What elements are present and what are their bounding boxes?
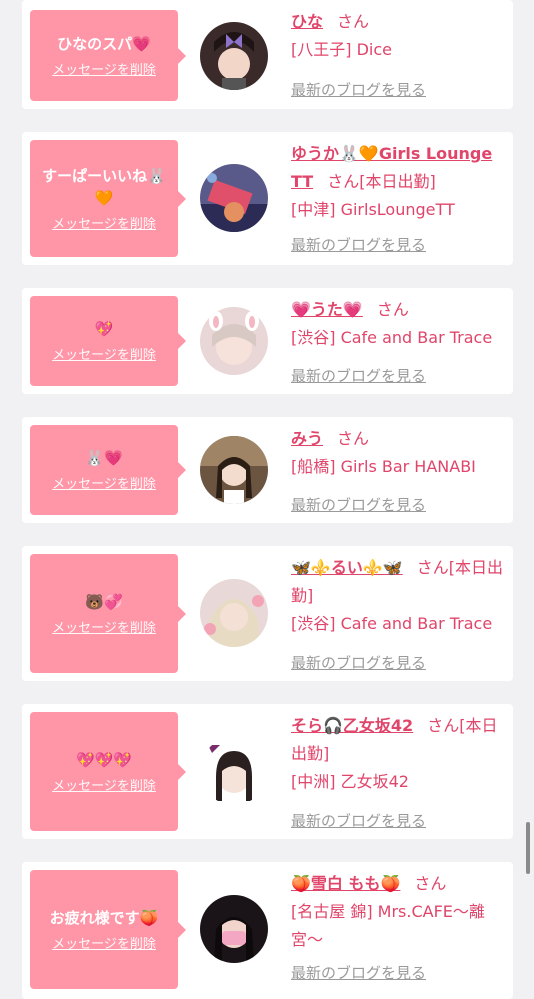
shop-name: [船橋] Girls Bar HANABI: [291, 457, 476, 476]
message-text: 🐻💞: [85, 592, 123, 611]
latest-blog-link[interactable]: 最新のブログを見る: [291, 652, 426, 673]
message-bubble: 🐰💗 メッセージを削除: [30, 425, 186, 515]
name-suffix: さん: [376, 300, 409, 319]
shop-name: [八王子] Dice: [291, 40, 392, 59]
delete-message-link[interactable]: メッセージを削除: [52, 621, 156, 637]
latest-blog-link[interactable]: 最新のブログを見る: [291, 810, 426, 831]
message-text: 💖💖💖: [75, 750, 133, 769]
name-suffix: さん[本日出勤]: [327, 172, 436, 191]
avatar[interactable]: [200, 579, 268, 647]
message-bubble: すーぱーいいね🐰🧡 メッセージを削除: [30, 140, 186, 257]
avatar[interactable]: [200, 895, 268, 963]
girl-name-link[interactable]: そら🎧乙女坂42: [291, 716, 413, 735]
message-card: お疲れ様です🍑 メッセージを削除 🍑雪白 もも🍑 さん [名古屋 錦] Mrs.C…: [22, 862, 513, 999]
message-card: 🐰💗 メッセージを削除 みう さん [船橋] Girls Bar HANABI 最…: [22, 417, 513, 523]
delete-message-link[interactable]: メッセージを削除: [52, 477, 156, 493]
delete-message-link[interactable]: メッセージを削除: [52, 348, 156, 364]
message-card: 💖💖💖 メッセージを削除 そら🎧乙女坂42 さん[本日出勤] [中洲] 乙女坂42…: [22, 704, 513, 839]
message-bubble: 💖💖💖 メッセージを削除: [30, 712, 186, 831]
latest-blog-link[interactable]: 最新のブログを見る: [291, 79, 426, 100]
delete-message-link[interactable]: メッセージを削除: [52, 63, 156, 79]
message-text: 💖: [94, 320, 114, 338]
avatar[interactable]: [200, 22, 268, 90]
girl-name-link[interactable]: 🦋⚜️るい⚜️🦋: [291, 558, 403, 577]
scrollbar[interactable]: [526, 822, 530, 874]
name-suffix: さん: [337, 12, 370, 31]
girl-name-link[interactable]: 💗うた💗: [291, 300, 363, 319]
avatar[interactable]: [200, 737, 268, 805]
shop-name: [中津] GirlsLoungeTT: [291, 200, 455, 219]
message-card: ひなのスパ💗 メッセージを削除 ひな さん [八王子] Dice 最新のブログを見…: [22, 0, 513, 109]
name-suffix: さん: [414, 874, 447, 893]
message-card: すーぱーいいね🐰🧡 メッセージを削除 ゆうか🐰🧡Girls Lounge TT さ…: [22, 132, 513, 265]
girl-name-link[interactable]: ひな: [291, 12, 323, 31]
shop-name: [渋谷] Cafe and Bar Trace: [291, 614, 493, 633]
latest-blog-link[interactable]: 最新のブログを見る: [291, 494, 426, 515]
girl-name-link[interactable]: みう: [291, 429, 323, 448]
latest-blog-link[interactable]: 最新のブログを見る: [291, 234, 426, 255]
message-text: すーぱーいいね🐰🧡: [42, 166, 166, 207]
delete-message-link[interactable]: メッセージを削除: [52, 937, 156, 953]
shop-name: [渋谷] Cafe and Bar Trace: [291, 328, 493, 347]
message-card: 🐻💞 メッセージを削除 🦋⚜️るい⚜️🦋 さん[本日出勤] [渋谷] Cafe a…: [22, 546, 513, 681]
message-bubble: ひなのスパ💗 メッセージを削除: [30, 10, 186, 101]
shop-name: [中洲] 乙女坂42: [291, 772, 409, 791]
message-text: 🐰💗: [85, 449, 123, 467]
girl-name-link[interactable]: 🍑雪白 もも🍑: [291, 874, 400, 893]
delete-message-link[interactable]: メッセージを削除: [52, 217, 156, 233]
message-bubble: お疲れ様です🍑 メッセージを削除: [30, 870, 186, 989]
message-bubble: 💖 メッセージを削除: [30, 296, 186, 386]
message-bubble: 🐻💞 メッセージを削除: [30, 554, 186, 673]
shop-name: [名古屋 錦] Mrs.CAFE〜離宮〜: [291, 902, 485, 949]
message-text: ひなのスパ💗: [57, 34, 151, 53]
name-suffix: さん: [337, 429, 370, 448]
latest-blog-link[interactable]: 最新のブログを見る: [291, 962, 426, 983]
message-text: お疲れ様です🍑: [49, 908, 159, 927]
avatar[interactable]: [200, 436, 268, 504]
delete-message-link[interactable]: メッセージを削除: [52, 779, 156, 795]
message-card: 💖 メッセージを削除 💗うた💗 さん [渋谷] Cafe and Bar Trac…: [22, 288, 513, 394]
avatar[interactable]: [200, 164, 268, 232]
avatar[interactable]: [200, 307, 268, 375]
latest-blog-link[interactable]: 最新のブログを見る: [291, 365, 426, 386]
